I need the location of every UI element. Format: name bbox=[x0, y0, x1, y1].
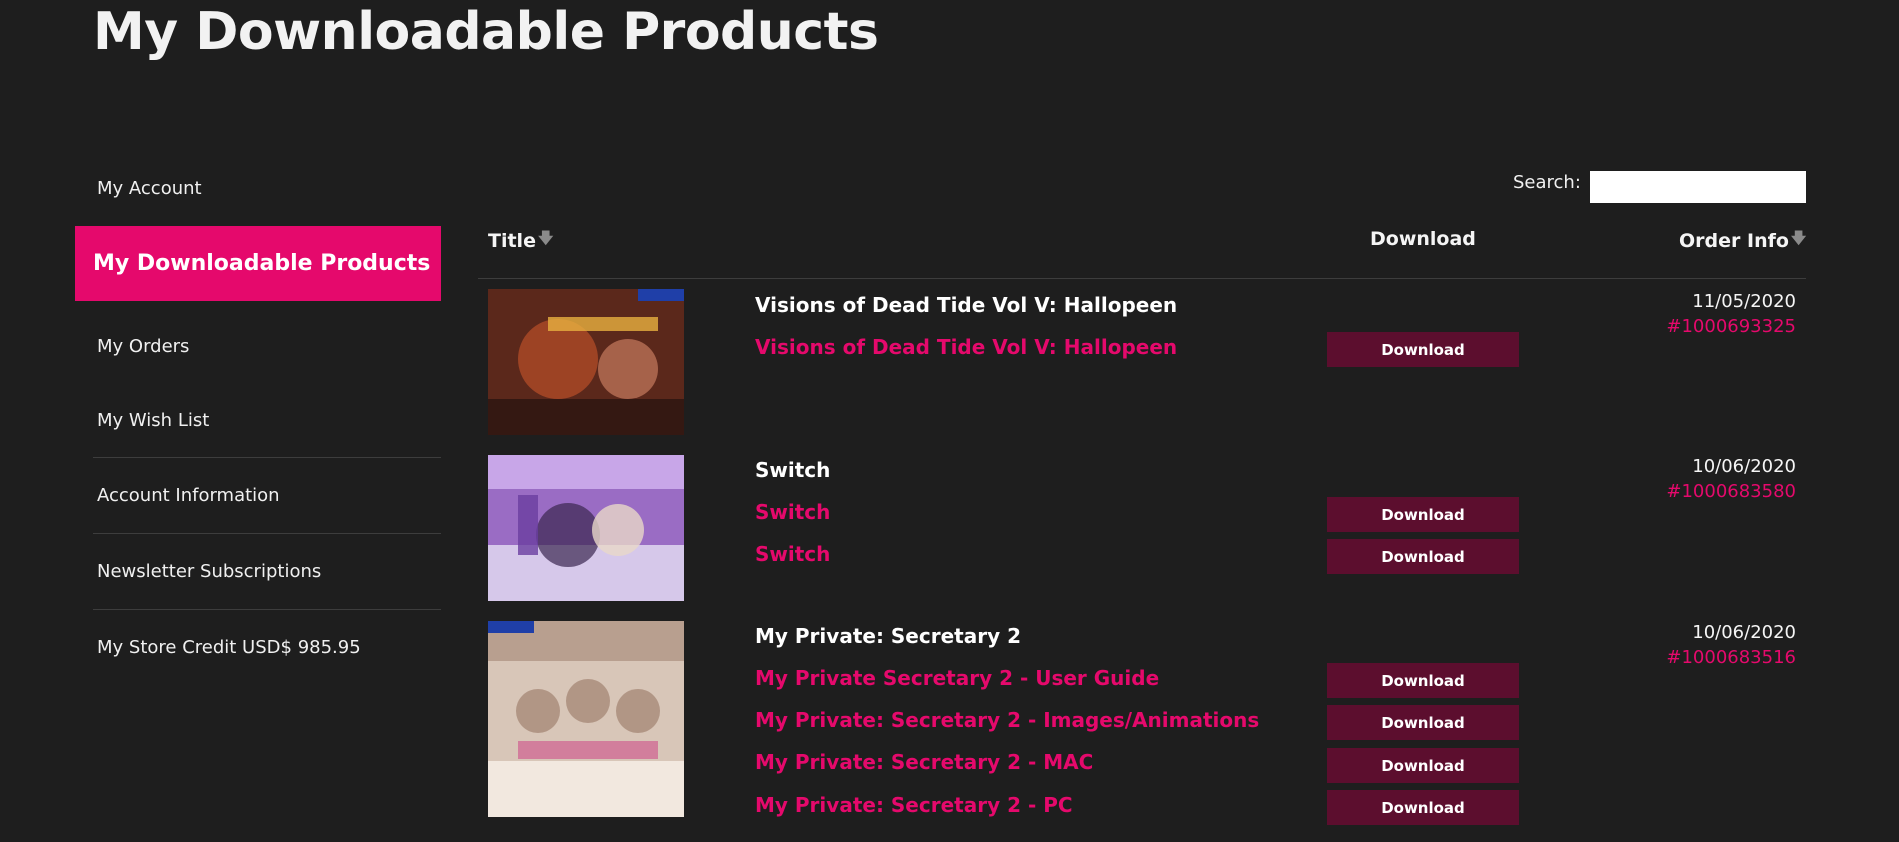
product-thumbnail[interactable] bbox=[488, 621, 684, 817]
table-row: My Private: Secretary 2 My Private Secre… bbox=[478, 621, 1806, 842]
table-row: Visions of Dead Tide Vol V: Hallopeen Vi… bbox=[478, 289, 1806, 449]
product-thumbnail[interactable] bbox=[488, 455, 684, 601]
download-button[interactable]: Download bbox=[1327, 705, 1519, 740]
product-name: My Private: Secretary 2 bbox=[755, 624, 1021, 648]
arrow-down-icon: 🡇 bbox=[537, 229, 554, 247]
download-button[interactable]: Download bbox=[1327, 497, 1519, 532]
order-number-link[interactable]: #1000693325 bbox=[1666, 316, 1796, 337]
table-row: Switch Switch Download Switch Download 1… bbox=[478, 455, 1806, 615]
sidebar-item-my-downloadable-products[interactable]: My Downloadable Products bbox=[75, 226, 441, 301]
sidebar-item-my-wish-list[interactable]: My Wish List bbox=[75, 383, 441, 457]
order-number-link[interactable]: #1000683516 bbox=[1666, 647, 1796, 668]
order-number-link[interactable]: #1000683580 bbox=[1666, 481, 1796, 502]
search-input[interactable] bbox=[1590, 171, 1806, 203]
header-divider bbox=[478, 278, 1806, 279]
sidebar-item-newsletter-subscriptions[interactable]: Newsletter Subscriptions bbox=[93, 533, 441, 609]
download-link-title[interactable]: Switch bbox=[755, 500, 830, 524]
download-button[interactable]: Download bbox=[1327, 539, 1519, 574]
download-button[interactable]: Download bbox=[1327, 748, 1519, 783]
column-header-download: Download bbox=[1370, 228, 1476, 250]
download-link-title[interactable]: Visions of Dead Tide Vol V: Hallopeen bbox=[755, 335, 1177, 359]
download-link-title[interactable]: My Private: Secretary 2 - MAC bbox=[755, 750, 1093, 774]
download-button[interactable]: Download bbox=[1327, 663, 1519, 698]
column-header-order-info-label: Order Info bbox=[1679, 229, 1789, 252]
sidebar-item-my-orders[interactable]: My Orders bbox=[75, 309, 441, 383]
product-name: Switch bbox=[755, 458, 831, 482]
column-header-title-label: Title bbox=[488, 229, 536, 252]
column-header-title[interactable]: Title 🡇 bbox=[488, 228, 553, 253]
download-link-title[interactable]: My Private Secretary 2 - User Guide bbox=[755, 666, 1159, 690]
download-link-title[interactable]: My Private: Secretary 2 - PC bbox=[755, 793, 1073, 817]
download-link-title[interactable]: My Private: Secretary 2 - Images/Animati… bbox=[755, 708, 1259, 732]
arrow-down-icon: 🡇 bbox=[1790, 229, 1807, 247]
download-button[interactable]: Download bbox=[1327, 790, 1519, 825]
search-label: Search: bbox=[1513, 172, 1581, 193]
product-name: Visions of Dead Tide Vol V: Hallopeen bbox=[755, 293, 1178, 317]
account-sidebar: My Account My Downloadable Products My O… bbox=[75, 160, 441, 685]
order-date: 10/06/2020 bbox=[1692, 456, 1796, 477]
order-date: 11/05/2020 bbox=[1692, 291, 1796, 312]
product-thumbnail[interactable] bbox=[488, 289, 684, 435]
sidebar-item-account-information[interactable]: Account Information bbox=[93, 457, 441, 533]
page-title: My Downloadable Products bbox=[93, 2, 879, 62]
column-header-download-label: Download bbox=[1370, 228, 1476, 250]
download-link-title[interactable]: Switch bbox=[755, 542, 830, 566]
sidebar-item-store-credit[interactable]: My Store Credit USD$ 985.95 bbox=[93, 609, 441, 685]
order-date: 10/06/2020 bbox=[1692, 622, 1796, 643]
download-button[interactable]: Download bbox=[1327, 332, 1519, 367]
sidebar-item-my-account[interactable]: My Account bbox=[75, 160, 441, 216]
column-header-order-info[interactable]: Order Info 🡇 bbox=[1679, 228, 1806, 253]
